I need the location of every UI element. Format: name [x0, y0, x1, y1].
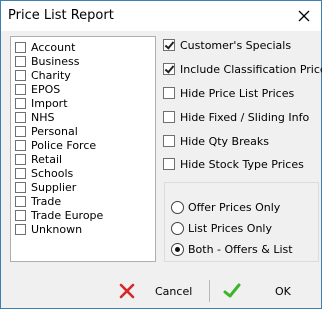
radio-list-prices-only[interactable]: List Prices Only [171, 221, 272, 235]
category-item-charity[interactable]: Charity [15, 68, 71, 82]
dialog-title: Price List Report [8, 8, 114, 23]
title-bar: Price List Report [1, 1, 321, 31]
category-checkbox[interactable] [15, 209, 26, 221]
radio-button[interactable] [171, 242, 184, 256]
hide-stock-type-prices-checkbox[interactable] [163, 158, 175, 170]
category-label: Import [31, 96, 68, 110]
category-item-nhs[interactable]: NHS [15, 110, 54, 124]
category-checkbox[interactable] [15, 181, 26, 193]
category-label: Unknown [31, 222, 83, 236]
option-hide-price-list-prices[interactable]: Hide Price List Prices [163, 86, 294, 100]
hide-qty-breaks-checkbox[interactable] [163, 135, 175, 147]
cancel-button[interactable]: Cancel [119, 278, 192, 304]
category-item-personal[interactable]: Personal [15, 124, 78, 138]
ok-button[interactable]: OK [223, 278, 291, 304]
category-label: NHS [31, 110, 55, 124]
option-label: Customer's Specials [180, 38, 292, 52]
category-label: Business [31, 54, 80, 68]
category-item-import[interactable]: Import [15, 96, 68, 110]
option-hide-qty-breaks[interactable]: Hide Qty Breaks [163, 134, 269, 148]
ok-label: OK [275, 284, 291, 298]
option-customers-specials[interactable]: Customer's Specials [163, 38, 291, 52]
category-label: Trade [31, 194, 62, 208]
radio-button[interactable] [171, 200, 184, 214]
price-list-report-dialog: Price List Report Account Business Chari… [0, 0, 322, 309]
category-item-trade[interactable]: Trade [15, 194, 61, 208]
category-checkbox[interactable] [15, 223, 26, 235]
category-label: Police Force [31, 138, 97, 152]
category-checkbox[interactable] [15, 55, 26, 67]
category-checkbox[interactable] [15, 111, 26, 123]
category-item-trade-europe[interactable]: Trade Europe [15, 208, 103, 222]
category-checkbox[interactable] [15, 97, 26, 109]
cancel-label: Cancel [155, 284, 193, 298]
option-label: Hide Qty Breaks [180, 134, 269, 148]
category-label: Supplier [31, 180, 77, 194]
category-label: Retail [31, 152, 63, 166]
include-classification-prices-checkbox[interactable] [163, 63, 175, 75]
category-item-unknown[interactable]: Unknown [15, 222, 82, 236]
radio-both-offers-list[interactable]: Both - Offers & List [171, 242, 293, 256]
option-hide-fixed-sliding-info[interactable]: Hide Fixed / Sliding Info [163, 110, 309, 124]
option-label: Hide Fixed / Sliding Info [180, 110, 310, 124]
category-item-account[interactable]: Account [15, 40, 75, 54]
category-label: Schools [31, 166, 74, 180]
radio-offer-prices-only[interactable]: Offer Prices Only [171, 200, 280, 214]
category-label: Account [31, 40, 76, 54]
radio-button[interactable] [171, 221, 184, 235]
red-x-icon [119, 283, 135, 299]
button-separator [209, 280, 210, 302]
radio-label: Both - Offers & List [188, 242, 293, 256]
category-label: EPOS [31, 82, 61, 96]
hide-price-list-prices-checkbox[interactable] [163, 87, 175, 99]
option-include-classification-prices[interactable]: Include Classification Prices [163, 62, 322, 76]
category-item-supplier[interactable]: Supplier [15, 180, 76, 194]
category-item-business[interactable]: Business [15, 54, 80, 68]
category-checkbox[interactable] [15, 41, 26, 53]
hide-fixed-sliding-info-checkbox[interactable] [163, 111, 175, 123]
option-label: Include Classification Prices [180, 62, 322, 76]
option-label: Hide Price List Prices [180, 86, 295, 100]
green-check-icon [223, 283, 241, 298]
category-checkbox[interactable] [15, 69, 26, 81]
category-label: Charity [31, 68, 71, 82]
customers-specials-checkbox[interactable] [163, 39, 175, 51]
category-checkbox[interactable] [15, 153, 26, 165]
close-button[interactable] [293, 5, 315, 27]
category-checkbox[interactable] [15, 125, 26, 137]
category-checkbox[interactable] [15, 167, 26, 179]
category-item-retail[interactable]: Retail [15, 152, 62, 166]
price-mode-group: Offer Prices Only List Prices Only Both … [164, 182, 319, 262]
option-label: Hide Stock Type Prices [180, 157, 304, 171]
category-item-schools[interactable]: Schools [15, 166, 73, 180]
option-hide-stock-type-prices[interactable]: Hide Stock Type Prices [163, 157, 304, 171]
radio-label: List Prices Only [188, 221, 272, 235]
dialog-footer: Cancel OK [1, 275, 321, 308]
radio-label: Offer Prices Only [188, 200, 281, 214]
close-icon [298, 10, 310, 22]
category-item-epos[interactable]: EPOS [15, 82, 60, 96]
customer-category-list[interactable]: Account Business Charity EPOS Import NHS… [10, 36, 156, 262]
category-label: Trade Europe [31, 208, 104, 222]
category-checkbox[interactable] [15, 195, 26, 207]
category-checkbox[interactable] [15, 83, 26, 95]
category-item-police-force[interactable]: Police Force [15, 138, 96, 152]
category-label: Personal [31, 124, 78, 138]
category-checkbox[interactable] [15, 139, 26, 151]
